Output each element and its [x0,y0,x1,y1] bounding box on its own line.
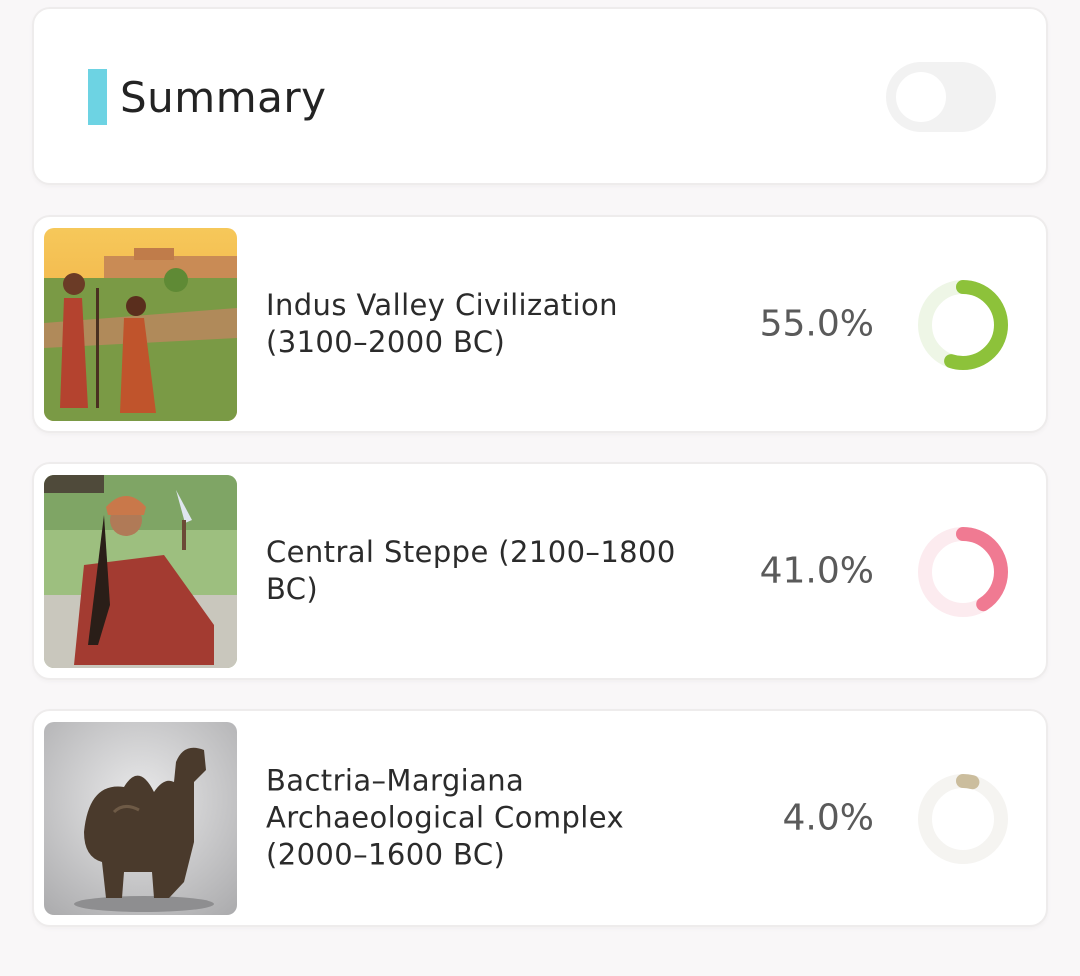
list-item: Indus Valley Civilization (3100–2000 BC)… [32,215,1048,433]
indus-valley-image [44,228,237,421]
summary-title: Summary [120,73,327,122]
bronze-camel-image [44,722,237,915]
list-item: Bactria–Margiana Archaeological Complex … [32,709,1048,927]
progress-ring [918,280,1008,370]
item-label: Central Steppe (2100–1800 BC) [266,535,676,606]
progress-ring [918,527,1008,617]
progress-ring [918,774,1008,864]
summary-card: Summary [32,7,1048,185]
item-percent: 41.0% [759,550,874,592]
summary-toggle[interactable] [886,62,996,132]
item-label: Indus Valley Civilization (3100–2000 BC) [266,288,618,359]
summary-accent-bar [88,69,107,125]
item-percent: 4.0% [782,797,874,839]
list-item: Central Steppe (2100–1800 BC) 41.0% [32,462,1048,680]
steppe-woman-image [44,475,237,668]
item-label: Bactria–Margiana Archaeological Complex … [266,763,625,872]
item-percent: 55.0% [759,303,874,345]
progress-ring-track [918,774,1008,864]
toggle-knob[interactable] [896,72,946,122]
